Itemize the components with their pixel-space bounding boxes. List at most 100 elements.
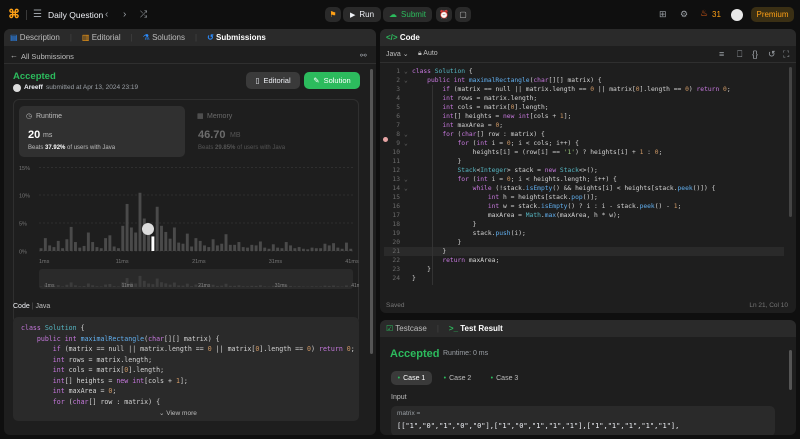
tab-description[interactable]: ▤ Description	[10, 33, 60, 42]
tab-test-result[interactable]: >_ Test Result	[449, 324, 503, 333]
distribution-bar[interactable]	[160, 225, 163, 251]
distribution-bar[interactable]	[198, 240, 202, 251]
distribution-bar[interactable]	[220, 243, 224, 251]
distribution-bar[interactable]	[332, 243, 335, 251]
bookmark-icon[interactable]: ⎕	[737, 49, 742, 60]
submitted-code-block[interactable]: class Solution { public int maximalRecta…	[13, 317, 359, 421]
format-lines-icon[interactable]: ≡	[719, 49, 724, 59]
distribution-bar[interactable]	[104, 238, 108, 251]
distribution-bar[interactable]	[78, 247, 82, 251]
distribution-bar[interactable]	[267, 248, 271, 251]
distribution-bar[interactable]	[117, 248, 120, 251]
distribution-bar[interactable]	[151, 236, 155, 251]
distribution-bar[interactable]	[190, 246, 194, 251]
distribution-bar[interactable]	[310, 247, 314, 251]
distribution-bar[interactable]	[134, 232, 138, 251]
distribution-bar[interactable]	[155, 206, 159, 251]
code-line[interactable]: 17 maxArea = Math.max(maxArea, h * w);	[384, 211, 784, 220]
distribution-bar[interactable]	[336, 247, 340, 251]
distribution-bar[interactable]	[125, 203, 129, 251]
solution-button[interactable]: ✎ Solution	[304, 72, 360, 89]
code-line[interactable]: 1 ⌄ class Solution {	[384, 67, 784, 76]
logo-icon[interactable]: ⌘	[8, 8, 21, 21]
code-line[interactable]: 20 }	[384, 238, 784, 247]
code-line[interactable]: 21 }	[384, 247, 784, 256]
settings-gear-icon[interactable]: ⚙	[680, 9, 688, 20]
tab-code[interactable]: </> Code	[386, 33, 420, 42]
distribution-bar[interactable]	[65, 239, 69, 251]
distribution-bar[interactable]	[177, 242, 181, 251]
left-scrollbar[interactable]	[370, 69, 373, 354]
distribution-bar[interactable]	[82, 245, 86, 251]
shuffle-icon[interactable]: ⤮	[140, 9, 147, 20]
distribution-bar[interactable]	[306, 249, 310, 251]
distribution-bar[interactable]	[181, 243, 185, 251]
code-line[interactable]: 11 }	[384, 157, 784, 166]
distribution-bar[interactable]	[211, 239, 215, 251]
timer-button[interactable]: ⏰	[436, 7, 452, 22]
code-line[interactable]: 16 int w = stack.isEmpty() ? i : i - sta…	[384, 202, 784, 211]
tab-editorial[interactable]: ▥ Editorial	[82, 33, 121, 42]
prev-question-icon[interactable]: ‹	[105, 9, 108, 20]
distribution-bar[interactable]	[246, 247, 249, 251]
editor-scrollbar[interactable]	[789, 67, 792, 217]
distribution-bar[interactable]	[86, 232, 90, 251]
distribution-bar[interactable]	[43, 238, 47, 251]
distribution-bar[interactable]	[340, 248, 344, 251]
code-line[interactable]: 18 }	[384, 220, 784, 229]
debug-button[interactable]: ⚑	[325, 7, 341, 22]
distribution-bar[interactable]	[203, 245, 206, 251]
autocomplete-toggle[interactable]: 🔒︎ Auto	[418, 50, 438, 58]
code-editor[interactable]: 1 ⌄ class Solution {2 ⌄ public int maximalR…	[384, 67, 784, 299]
case-3-tab[interactable]: • Case 3	[484, 371, 525, 385]
distribution-bar[interactable]	[61, 248, 65, 251]
code-line[interactable]: 5 int cols = matrix[0].length;	[384, 103, 784, 112]
submit-button[interactable]: ☁ Submit	[383, 7, 432, 22]
distribution-bar[interactable]	[129, 227, 133, 251]
code-line[interactable]: 13 ⌄ for (int i = 0; i < heights.length; …	[384, 175, 784, 184]
distribution-bar[interactable]	[108, 235, 112, 251]
distribution-bar[interactable]	[289, 245, 292, 251]
reset-icon[interactable]: ↺	[768, 49, 776, 60]
tab-submissions[interactable]: ↺ Submissions	[207, 33, 266, 42]
code-line[interactable]: 8 ⌄ for (char[] row : matrix) {	[384, 130, 784, 139]
tab-solutions[interactable]: ⚗ Solutions	[143, 33, 185, 42]
avatar[interactable]	[731, 9, 743, 21]
distribution-bar[interactable]	[233, 244, 237, 251]
distribution-bar[interactable]	[297, 247, 301, 251]
problem-list-icon[interactable]: ☰	[33, 9, 42, 20]
daily-question-title[interactable]: Daily Question	[48, 10, 103, 20]
distribution-bar[interactable]	[142, 218, 146, 251]
streak-fire-icon[interactable]: ♨	[700, 8, 708, 19]
case-1-tab[interactable]: • Case 1	[391, 371, 432, 385]
distribution-bar[interactable]	[327, 245, 331, 251]
distribution-bar[interactable]	[215, 245, 219, 251]
code-line[interactable]: 3 if (matrix == null || matrix.length ==…	[384, 85, 784, 94]
distribution-bar[interactable]	[138, 192, 142, 251]
all-submissions-link[interactable]: All Submissions	[21, 52, 74, 61]
code-line[interactable]: 4 int rows = matrix.length;	[384, 94, 784, 103]
distribution-bar[interactable]	[224, 234, 228, 251]
distribution-bar[interactable]	[48, 245, 52, 251]
distribution-bar[interactable]	[99, 248, 103, 251]
distribution-bar[interactable]	[168, 238, 172, 251]
distribution-bar[interactable]	[301, 248, 305, 251]
distribution-bar[interactable]	[112, 246, 116, 251]
distribution-bar[interactable]	[172, 227, 176, 251]
distribution-bar[interactable]	[91, 242, 95, 251]
code-line[interactable]: 19 stack.push(i);	[384, 229, 784, 238]
layout-grid-icon[interactable]: ⊞	[659, 9, 667, 20]
code-line[interactable]: 7 int maxArea = 0;	[384, 121, 784, 130]
runtime-card[interactable]: ◷ Runtime 20 ms Beats 37.92% of users wi…	[19, 106, 185, 157]
code-line[interactable]: 14 ⌄ while (!stack.isEmpty() && heights[i…	[384, 184, 784, 193]
code-line[interactable]: 2 ⌄ public int maximalRectangle(char[][] …	[384, 76, 784, 85]
braces-icon[interactable]: {}	[752, 49, 758, 59]
fullscreen-icon[interactable]: ⛶	[783, 49, 789, 60]
code-line[interactable]: 23 }	[384, 265, 784, 274]
distribution-bar[interactable]	[207, 247, 211, 251]
distribution-bar[interactable]	[147, 232, 151, 251]
code-line[interactable]: 9 ⌄ for (int i = 0; i < cols; i++) {	[384, 139, 784, 148]
view-more-button[interactable]: ⌄ View more	[159, 409, 197, 417]
distribution-bar[interactable]	[271, 244, 275, 251]
distribution-bar[interactable]	[263, 247, 267, 251]
